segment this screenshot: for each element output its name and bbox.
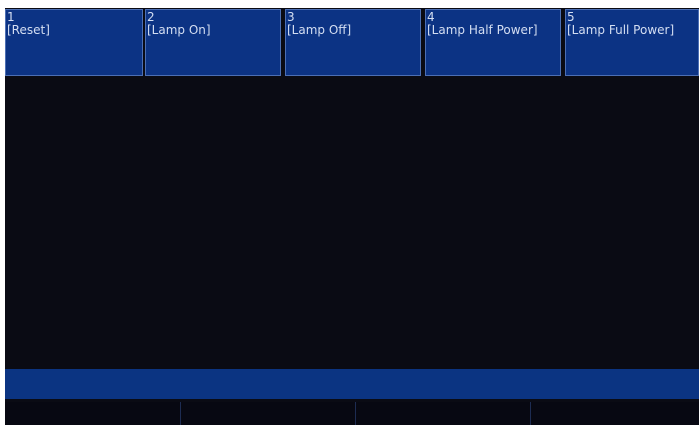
- footer-button-4[interactable]: [530, 402, 699, 425]
- macro-label: [Lamp On]: [147, 23, 211, 37]
- footer-button-2[interactable]: [180, 402, 356, 425]
- macro-label: [Lamp Half Power]: [427, 23, 538, 37]
- macro-button-lamp-off[interactable]: 3 [Lamp Off]: [285, 9, 421, 76]
- macro-buttons-row: 1 [Reset] 2 [Lamp On] 3 [Lamp Off] 4 [La…: [5, 8, 699, 78]
- footer-button-1[interactable]: [5, 402, 180, 425]
- macro-button-lamp-half-power[interactable]: 4 [Lamp Half Power]: [425, 9, 561, 76]
- macro-label: [Lamp Full Power]: [567, 23, 675, 37]
- macro-button-reset[interactable]: 1 [Reset]: [5, 9, 143, 76]
- macro-button-lamp-on[interactable]: 2 [Lamp On]: [145, 9, 281, 76]
- footer-bar: [5, 402, 699, 425]
- footer-button-3[interactable]: [355, 402, 531, 425]
- screen: 1 [Reset] 2 [Lamp On] 3 [Lamp Off] 4 [La…: [5, 8, 699, 425]
- macro-button-lamp-full-power[interactable]: 5 [Lamp Full Power]: [565, 9, 699, 76]
- status-bar: [5, 369, 699, 399]
- macro-label: [Reset]: [7, 23, 50, 37]
- macro-label: [Lamp Off]: [287, 23, 352, 37]
